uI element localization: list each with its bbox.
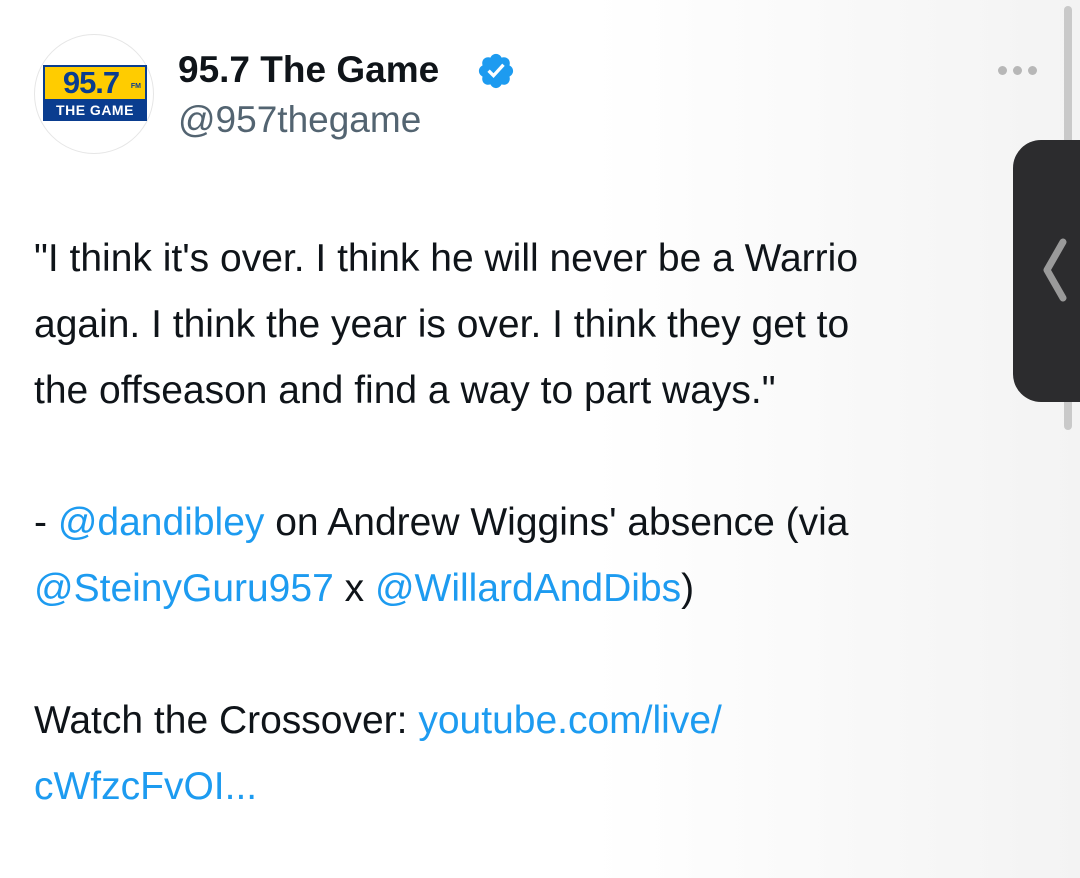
mention-willardanddibs[interactable]: @WillardAndDibs: [375, 567, 681, 610]
watch-line: cWfzcFvOI...: [34, 754, 1014, 820]
mention-steinyguru957[interactable]: @SteinyGuru957: [34, 567, 334, 610]
quote-line: "I think it's over. I think he will neve…: [34, 237, 859, 280]
logo-fm: FM: [130, 83, 141, 90]
quote-line: the offseason and find a way to part way…: [34, 369, 776, 412]
logo-bottom: THE GAME: [43, 99, 147, 121]
avatar[interactable]: 95.7 FM THE GAME: [34, 34, 154, 154]
display-name[interactable]: 95.7 The Game: [178, 46, 439, 94]
attribution-line: - @dandibley on Andrew Wiggins' absence …: [34, 501, 849, 544]
handle[interactable]: @957thegame: [178, 96, 421, 144]
more-options-icon[interactable]: [998, 60, 1044, 80]
youtube-link[interactable]: youtube.com/live/: [418, 699, 722, 742]
verified-badge-icon: [478, 53, 514, 89]
quote-line: again. I think the year is over. I think…: [34, 303, 850, 346]
attribution-line: @SteinyGuru957 x @WillardAndDibs): [34, 567, 695, 610]
tweet-text: "I think it's over. I think he will neve…: [34, 226, 1014, 820]
watch-line: Watch the Crossover: youtube.com/live/: [34, 699, 722, 742]
youtube-link[interactable]: cWfzcFvOI...: [34, 765, 257, 808]
logo-top: 95.7 FM: [43, 65, 147, 99]
logo-number: 95.7: [62, 65, 120, 100]
chevron-left-icon: [1043, 238, 1067, 302]
side-panel-handle[interactable]: [1013, 140, 1080, 402]
mention-dandibley[interactable]: @dandibley: [58, 501, 265, 544]
